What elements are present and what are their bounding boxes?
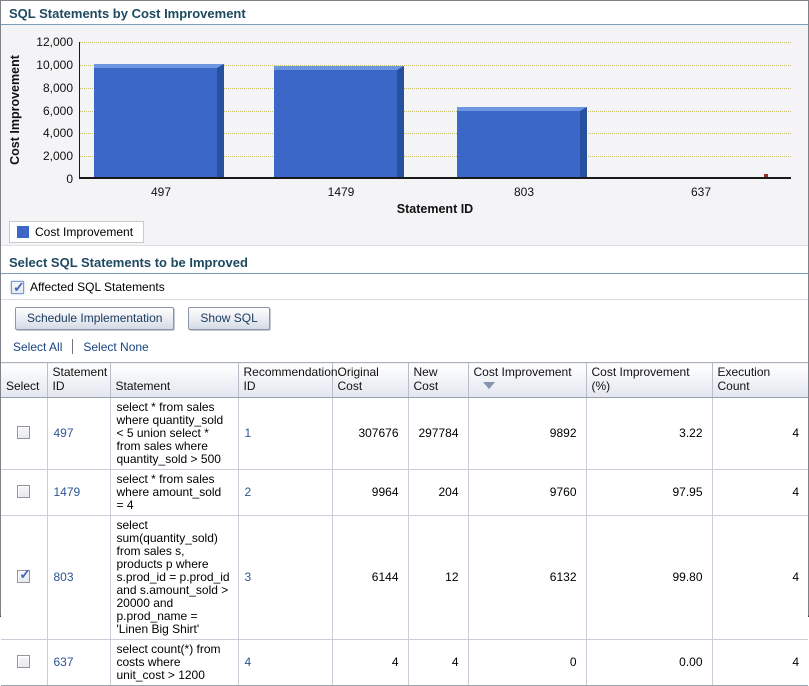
recommendation-id-link[interactable]: 4 [245,655,252,669]
y-tick-label: 0 [11,172,73,186]
original-cost-cell: 4 [332,640,408,686]
cost-improvement-cell: 9892 [468,398,586,470]
recommendation-id-link[interactable]: 1 [245,426,252,440]
y-tick-label: 10,000 [11,58,73,72]
recommendation-id-link[interactable]: 2 [245,485,252,499]
column-header-new-cost: New Cost [408,363,468,398]
bar-statement-1479 [274,66,404,177]
x-tick-label: 637 [661,185,741,199]
cost-improvement-cell: 6132 [468,516,586,640]
table-section-title: Select SQL Statements to be Improved [1,250,808,274]
table-row: 1479 select * from sales where amount_sol… [1,470,808,516]
table-row: 803 select sum(quantity_sold) from sales … [1,516,808,640]
execution-count-cell: 4 [712,398,808,470]
statement-text: select * from sales where quantity_sold … [110,398,238,470]
affected-sql-checkbox[interactable] [11,281,24,294]
cost-improvement-cell: 9760 [468,470,586,516]
y-tick-label: 6,000 [11,104,73,118]
statement-id-link[interactable]: 803 [54,570,74,584]
affected-sql-row: Affected SQL Statements [1,274,808,300]
gridline [80,42,791,43]
column-header-statement-id: Statement ID [47,363,110,398]
column-header-statement: Statement [110,363,238,398]
cost-improvement-pct-cell: 99.80 [586,516,712,640]
chart-section-title: SQL Statements by Cost Improvement [1,1,808,25]
select-none-link[interactable]: Select None [83,340,148,354]
legend-label: Cost Improvement [35,225,133,239]
row-select-checkbox[interactable] [17,426,30,439]
x-axis-title: Statement ID [335,202,535,216]
bar-statement-803 [457,107,587,177]
column-header-cost-improvement[interactable]: Cost Improvement [468,363,586,398]
row-select-checkbox[interactable] [17,570,30,583]
bar-statement-637 [764,174,768,177]
new-cost-cell: 297784 [408,398,468,470]
recommendation-id-link[interactable]: 3 [245,570,252,584]
link-divider [72,339,73,354]
y-tick-label: 4,000 [11,126,73,140]
cost-improvement-pct-cell: 97.95 [586,470,712,516]
x-tick-label: 497 [121,185,201,199]
cost-improvement-bar-chart: Cost Improvement 0 2,000 4,000 6,000 8,000 10… [1,25,808,246]
x-tick-label: 803 [484,185,564,199]
table-body: 497 select * from sales where quantity_so… [1,398,808,686]
row-select-checkbox[interactable] [17,485,30,498]
statement-id-link[interactable]: 637 [54,655,74,669]
column-header-select: Select [1,363,47,398]
original-cost-cell: 6144 [332,516,408,640]
cost-improvement-pct-cell: 0.00 [586,640,712,686]
affected-sql-checkbox-label: Affected SQL Statements [30,280,165,294]
bar-statement-497 [94,64,224,177]
y-tick-label: 2,000 [11,149,73,163]
schedule-implementation-button[interactable]: Schedule Implementation [15,307,174,330]
execution-count-cell: 4 [712,640,808,686]
cost-improvement-cell: 0 [468,640,586,686]
column-header-recommendation-id: Recommendation ID [238,363,332,398]
execution-count-cell: 4 [712,516,808,640]
table-row: 497 select * from sales where quantity_so… [1,398,808,470]
statement-id-link[interactable]: 497 [54,426,74,440]
column-header-cost-improvement: Cost Improvement (%) [586,363,712,398]
chart-plot-area [79,42,791,179]
statement-text: select count(*) from costs where unit_co… [110,640,238,686]
x-tick-label: 1479 [301,185,381,199]
new-cost-cell: 204 [408,470,468,516]
sql-statements-table: SelectStatement IDStatementRecommendatio… [1,362,808,686]
chart-legend: Cost Improvement [9,221,144,243]
column-header-original-cost: Original Cost [332,363,408,398]
original-cost-cell: 307676 [332,398,408,470]
action-buttons: Schedule Implementation Show SQL [1,300,808,330]
table-row: 637 select count(*) from costs where unit… [1,640,808,686]
y-tick-label: 8,000 [11,81,73,95]
statement-text: select sum(quantity_sold) from sales s, … [110,516,238,640]
execution-count-cell: 4 [712,470,808,516]
table-header-row: SelectStatement IDStatementRecommendatio… [1,363,808,398]
select-all-link[interactable]: Select All [13,340,62,354]
sort-descending-icon [483,382,495,389]
show-sql-button[interactable]: Show SQL [188,307,269,330]
new-cost-cell: 12 [408,516,468,640]
y-tick-label: 12,000 [11,35,73,49]
cost-improvement-pct-cell: 3.22 [586,398,712,470]
row-select-checkbox[interactable] [17,655,30,668]
new-cost-cell: 4 [408,640,468,686]
legend-swatch-cost-improvement [17,226,29,238]
selection-links: Select All Select None [1,330,808,361]
statement-text: select * from sales where amount_sold = … [110,470,238,516]
statement-id-link[interactable]: 1479 [54,485,81,499]
column-header-execution-count: Execution Count [712,363,808,398]
original-cost-cell: 9964 [332,470,408,516]
